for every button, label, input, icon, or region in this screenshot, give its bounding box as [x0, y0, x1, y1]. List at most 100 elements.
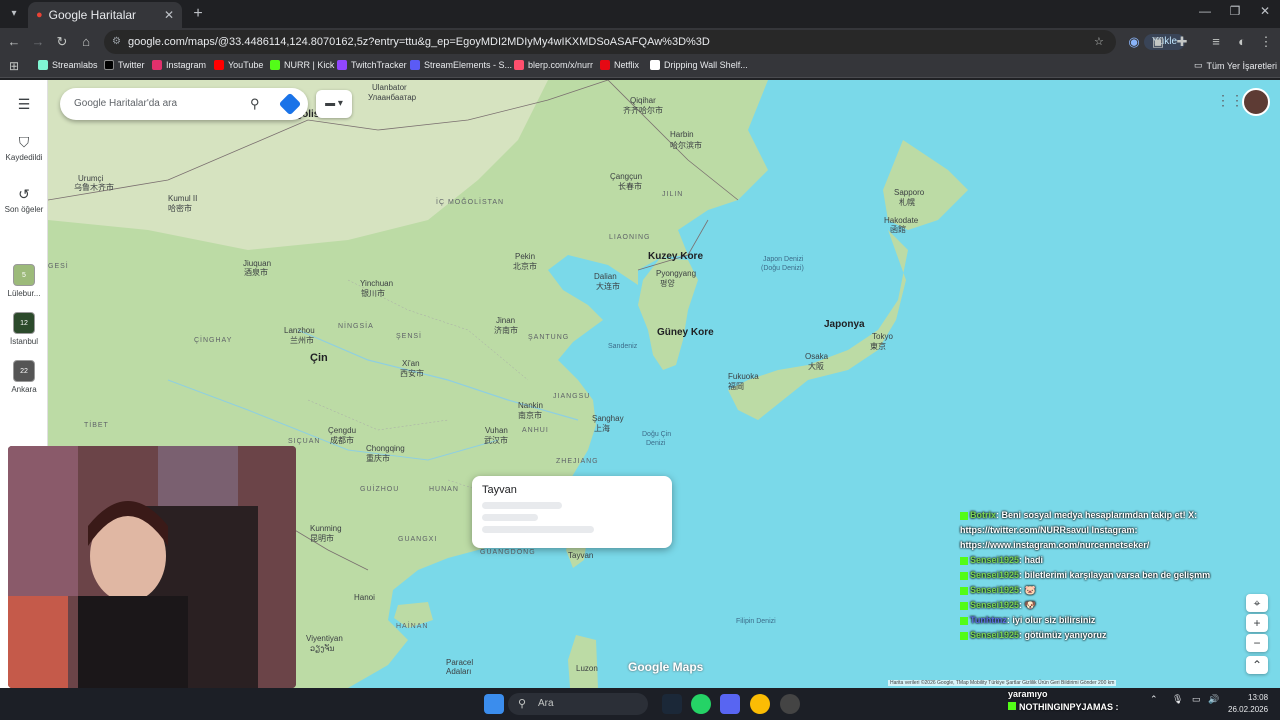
profile-avatar-icon[interactable]: ◐	[1232, 32, 1252, 52]
map-place-label[interactable]: Dalian	[594, 272, 617, 281]
show-hidden-icons[interactable]: ⌃	[1150, 694, 1158, 705]
map-place-label[interactable]: Yinchuan	[360, 279, 393, 288]
map-place-label[interactable]: Tayvan	[568, 551, 593, 560]
map-place-label[interactable]: Nankin	[518, 401, 543, 410]
discord-icon[interactable]	[720, 694, 740, 714]
bookmark-twitchtracker[interactable]: TwitchTracker	[337, 60, 407, 70]
map-place-label[interactable]: 南京市	[518, 411, 542, 420]
map-place-label[interactable]: 大阪	[808, 362, 824, 371]
map-place-label[interactable]: SIÇUAN	[288, 437, 320, 446]
recent-place-1[interactable]: 5 Lülebur...	[0, 264, 48, 298]
map-place-label[interactable]: Vuhan	[485, 426, 508, 435]
bookmark-kick[interactable]: NURR | Kick	[270, 60, 334, 70]
map-place-label[interactable]: HAİNAN	[396, 622, 428, 631]
bookmark-blerp[interactable]: blerp.com/x/nurr	[514, 60, 593, 70]
chrome-icon[interactable]	[750, 694, 770, 714]
bookmark-dripping-shelf[interactable]: Dripping Wall Shelf...	[650, 60, 748, 70]
recent-place-2[interactable]: 12 İstanbul	[0, 312, 48, 346]
extension-icon[interactable]: ▣	[1148, 32, 1168, 52]
map-place-label[interactable]: Kumul II	[168, 194, 197, 203]
place-hover-card[interactable]: Tayvan	[472, 476, 672, 548]
map-place-label[interactable]: GUİZHOU	[360, 485, 399, 494]
map-place-label[interactable]: Jiuquan	[243, 259, 271, 268]
all-bookmarks-folder[interactable]: ▭ Tüm Yer İşaretleri	[1194, 60, 1277, 71]
bookmark-youtube[interactable]: YouTube	[214, 60, 263, 70]
bookmark-streamlabs[interactable]: Streamlabs	[38, 60, 98, 70]
map-place-label[interactable]: Şanghay	[592, 414, 624, 423]
address-bar[interactable]: ⚙ google.com/maps/@33.4486114,124.807016…	[104, 30, 1186, 54]
browser-menu-icon[interactable]: ⋮	[1256, 32, 1276, 52]
map-place-label[interactable]: JIANGSU	[553, 392, 590, 401]
map-place-label[interactable]: 函館	[890, 225, 906, 234]
map-place-label[interactable]: Harbin	[670, 130, 694, 139]
saved-button[interactable]: ⛉ Kaydedildi	[0, 134, 48, 162]
map-place-label[interactable]: Sandeniz	[608, 342, 637, 351]
map-place-label[interactable]: 福岡	[728, 382, 744, 391]
map-place-label[interactable]: Tokyo	[872, 332, 893, 341]
map-place-label[interactable]: Urumçi	[78, 174, 103, 183]
map-place-label[interactable]: Denizi	[646, 439, 665, 448]
map-place-label[interactable]: Adaları	[446, 667, 471, 676]
map-place-label[interactable]: 兰州市	[290, 336, 314, 345]
bookmark-netflix[interactable]: Netflix	[600, 60, 639, 70]
search-input[interactable]: Google Haritalar'da ara	[74, 98, 177, 109]
map-place-label[interactable]: ວຽງຈັນ	[310, 644, 335, 653]
main-menu-button[interactable]: ☰	[0, 96, 48, 115]
tab-google-maps[interactable]: ● Google Haritalar ✕	[28, 2, 182, 28]
extension-audio-icon[interactable]: ◉	[1124, 32, 1144, 52]
obs-icon[interactable]	[780, 694, 800, 714]
map-place-label[interactable]: 济南市	[494, 326, 518, 335]
apps-grid-icon[interactable]: ⊞	[4, 56, 24, 76]
map-place-label[interactable]: Jinan	[496, 316, 515, 325]
map-place-label[interactable]: Japon Denizi	[763, 255, 803, 264]
map-place-label[interactable]: 西安市	[400, 369, 424, 378]
network-icon[interactable]: ▭	[1192, 694, 1201, 705]
account-avatar[interactable]	[1242, 88, 1270, 116]
start-button-icon[interactable]	[484, 694, 504, 714]
map-place-label[interactable]: NİNGSİA	[338, 322, 374, 331]
map-place-label[interactable]: 평양	[660, 279, 675, 288]
map-place-label[interactable]: 银川市	[361, 289, 385, 298]
map-place-label[interactable]: TİBET	[84, 421, 109, 430]
map-place-label[interactable]: HUNAN	[429, 485, 459, 494]
maximize-button[interactable]: ❐	[1220, 4, 1250, 18]
bookmark-twitter[interactable]: Twitter	[104, 60, 145, 70]
map-place-label[interactable]: 长春市	[618, 182, 642, 191]
microphone-icon[interactable]: 🎙	[1172, 694, 1183, 705]
map-place-label[interactable]: ÇİNGHAY	[194, 336, 232, 345]
zoom-out-button[interactable]: −	[1246, 634, 1268, 652]
map-place-label[interactable]: Chongqing	[366, 444, 405, 453]
map-place-label[interactable]: İÇ MOĞOLİSTAN	[436, 198, 504, 207]
map-place-label[interactable]: Ulanbator	[372, 83, 407, 92]
directions-icon[interactable]	[278, 92, 302, 116]
search-icon[interactable]: ⚲	[250, 88, 260, 120]
bookmark-streamelements[interactable]: StreamElements - S...	[410, 60, 512, 70]
map-place-label[interactable]: 上海	[594, 424, 610, 433]
site-info-icon[interactable]: ⚙	[112, 30, 121, 54]
my-location-button[interactable]: ⌖	[1246, 594, 1268, 612]
map-place-label[interactable]: 重庆市	[366, 454, 390, 463]
map-place-label[interactable]: Çin	[310, 353, 328, 364]
map-place-label[interactable]: Hanoi	[354, 593, 375, 602]
map-place-label[interactable]: 齐齐哈尔市	[623, 106, 663, 115]
map-place-label[interactable]: Qiqihar	[630, 96, 656, 105]
volume-icon[interactable]: 🔊	[1208, 694, 1219, 705]
map-place-label[interactable]: Çangçun	[610, 172, 642, 181]
bookmark-star-icon[interactable]: ☆	[1094, 30, 1104, 54]
whatsapp-icon[interactable]	[691, 694, 711, 714]
system-clock[interactable]: 13:08 26.02.2026	[1228, 692, 1268, 716]
map-place-label[interactable]: Lanzhou	[284, 326, 315, 335]
forward-icon[interactable]: →	[28, 32, 48, 52]
map-place-label[interactable]: 昆明市	[310, 534, 334, 543]
map-place-label[interactable]: GUANGDONG	[480, 548, 536, 557]
map-place-label[interactable]: JILIN	[662, 190, 683, 199]
map-place-label[interactable]: Osaka	[805, 352, 828, 361]
map-place-label[interactable]: Çengdu	[328, 426, 356, 435]
map-place-label[interactable]: 札幌	[899, 198, 915, 207]
map-place-label[interactable]: Улаанбаатар	[368, 93, 416, 102]
map-place-label[interactable]: Hakodate	[884, 216, 918, 225]
map-place-label[interactable]: 哈密市	[168, 204, 192, 213]
zoom-in-button[interactable]: +	[1246, 614, 1268, 632]
map-place-label[interactable]: ZHEJIANG	[556, 457, 599, 466]
map-place-label[interactable]: Viyentiyan	[306, 634, 343, 643]
